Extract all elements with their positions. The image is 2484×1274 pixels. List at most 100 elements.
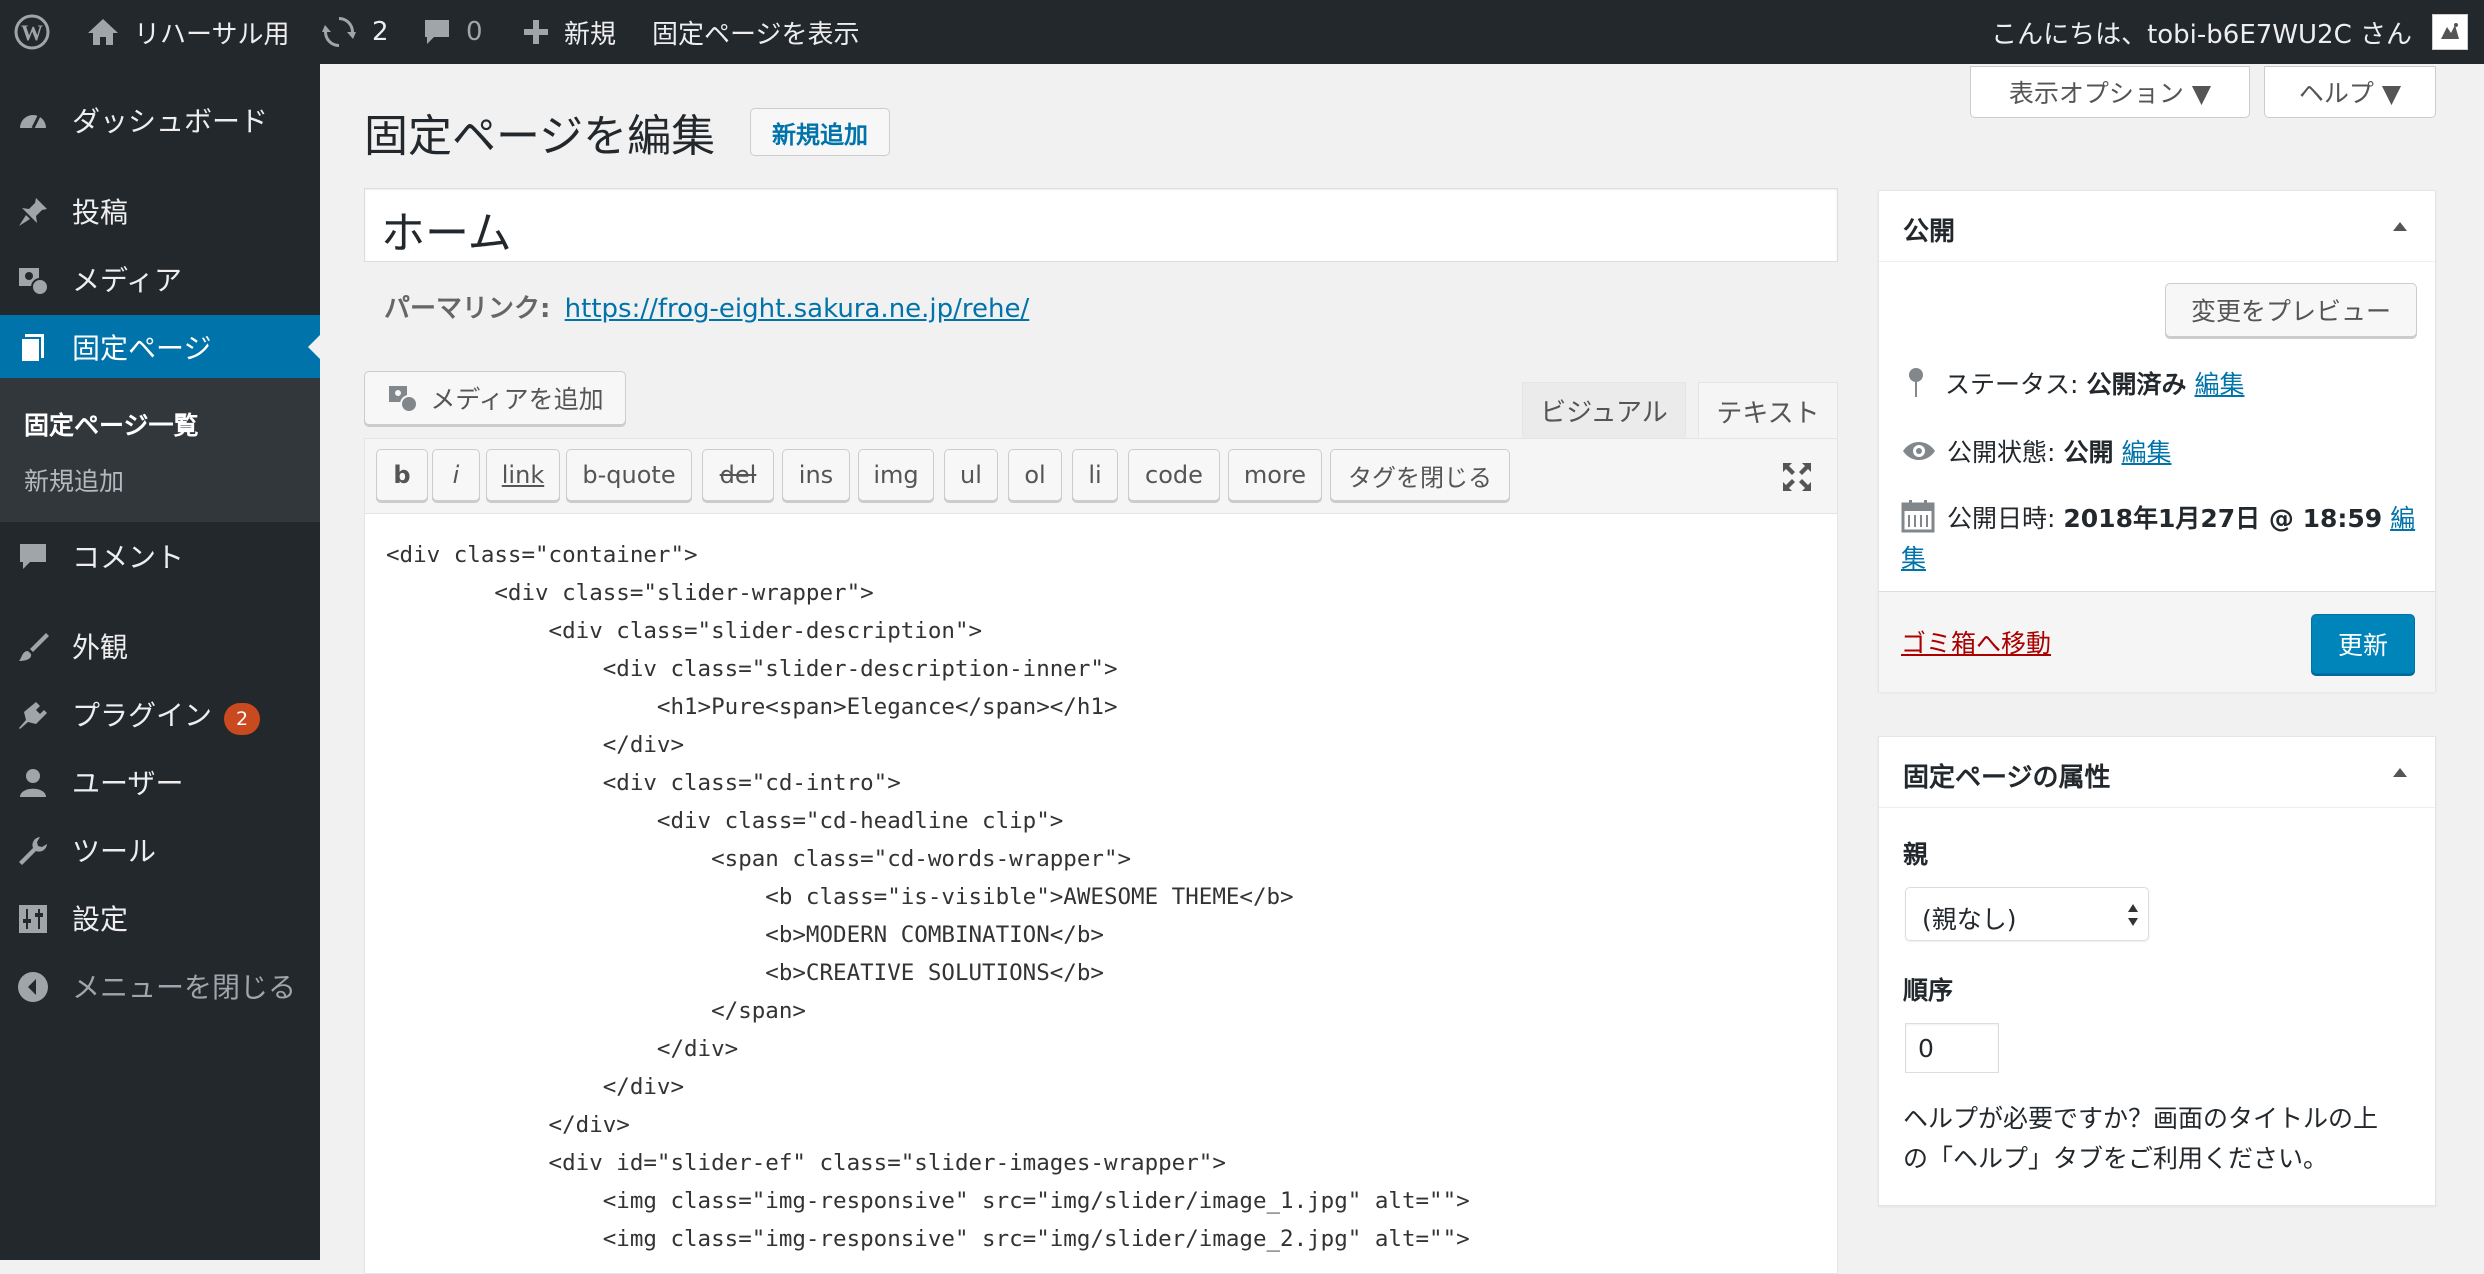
sidebar-item-users[interactable]: ユーザー xyxy=(0,750,320,814)
code-line: <div class="slider-wrapper"> xyxy=(386,580,874,606)
sidebar-label-dashboard: ダッシュボード xyxy=(72,105,269,138)
qt-ul-label: ul xyxy=(960,461,982,489)
qt-ins-label: ins xyxy=(798,461,834,489)
comment-icon xyxy=(425,20,449,44)
plus-icon xyxy=(524,20,548,44)
sidebar-item-posts[interactable]: 投稿 xyxy=(0,179,320,243)
order-input[interactable]: 0 xyxy=(1905,1023,1999,1073)
parent-select-value: (親なし) xyxy=(1922,905,2017,934)
sidebar-item-pages[interactable]: 固定ページ xyxy=(0,315,320,379)
sidebar-label-comments: コメント xyxy=(72,541,185,574)
qt-link-button[interactable]: link xyxy=(486,449,560,501)
qt-del-button[interactable]: del xyxy=(702,449,774,501)
update-button[interactable]: 更新 xyxy=(2311,614,2415,674)
sidebar-item-plugins[interactable]: プラグイン 2 xyxy=(0,682,320,746)
qt-ul-button[interactable]: ul xyxy=(944,449,998,501)
new-content-link[interactable]: 新規 xyxy=(522,0,616,64)
plugins-update-badge: 2 xyxy=(224,702,261,735)
qt-img-label: img xyxy=(873,461,919,489)
help-label: ヘルプ ▼ xyxy=(2298,79,2402,108)
updates-icon xyxy=(322,17,356,47)
select-arrows-icon xyxy=(2128,904,2138,926)
wordpress-logo-icon[interactable]: W xyxy=(14,0,50,64)
calendar-icon xyxy=(1901,500,1935,533)
qt-ins-button[interactable]: ins xyxy=(782,449,850,501)
publish-box-header[interactable]: 公開 xyxy=(1879,191,2435,262)
fullscreen-icon[interactable] xyxy=(1780,460,1814,494)
collapse-arrow-icon xyxy=(18,972,48,1002)
help-button[interactable]: ヘルプ ▼ xyxy=(2264,66,2436,118)
visibility-edit-link[interactable]: 編集 xyxy=(2121,433,2171,469)
code-line: </span> xyxy=(386,998,806,1024)
user-icon xyxy=(20,769,46,797)
submenu-all-pages[interactable]: 固定ページ一覧 xyxy=(24,406,199,442)
qt-blockquote-button[interactable]: b-quote xyxy=(566,449,692,501)
status-edit-link[interactable]: 編集 xyxy=(2194,365,2244,401)
code-line: </div> xyxy=(386,1074,685,1100)
qt-italic-label: i xyxy=(452,461,460,489)
date-value: 2018年1月27日 @ 18:59 xyxy=(2063,504,2383,533)
status-row: ステータス: 公開済み 編集 xyxy=(1901,365,2244,401)
visibility-value: 公開 xyxy=(2063,438,2114,467)
screen-options-label: 表示オプション ▼ xyxy=(2008,79,2212,108)
qt-code-button[interactable]: code xyxy=(1128,449,1220,501)
sidebar-item-appearance[interactable]: 外観 xyxy=(0,614,320,678)
screen-options-button[interactable]: 表示オプション ▼ xyxy=(1970,66,2250,118)
parent-select[interactable]: (親なし) xyxy=(1905,887,2149,941)
add-media-button[interactable]: メディアを追加 xyxy=(364,371,626,425)
preview-changes-button[interactable]: 変更をプレビュー xyxy=(2165,283,2417,337)
code-line: <img class="img-responsive" src="img/sli… xyxy=(386,1188,1470,1214)
site-name-link[interactable]: リハーサル用 xyxy=(86,0,289,64)
add-media-label: メディアを追加 xyxy=(430,385,604,414)
code-line: </div> xyxy=(386,732,685,758)
submenu-add-new[interactable]: 新規追加 xyxy=(24,462,124,498)
page-scrollbar[interactable] xyxy=(2466,64,2484,1260)
title-input[interactable]: ホーム xyxy=(364,188,1838,262)
tab-text[interactable]: テキスト xyxy=(1698,382,1838,440)
sidebar-label-plugins: プラグイン xyxy=(72,698,213,732)
move-to-trash-link[interactable]: ゴミ箱へ移動 xyxy=(1901,624,2051,660)
qt-li-label: li xyxy=(1088,461,1102,489)
code-line: <h1>Pure<span>Elegance</span></h1> xyxy=(386,694,1118,720)
code-line: <span class="cd-words-wrapper"> xyxy=(386,846,1132,872)
qt-bold-button[interactable]: b xyxy=(376,449,428,501)
admin-bar: W リハーサル用 2 0 新規 固定ページを表示 こんにちは、tobi-b6E7… xyxy=(0,0,2484,64)
sidebar-item-dashboard[interactable]: ダッシュボード xyxy=(0,88,320,152)
qt-more-button[interactable]: more xyxy=(1228,449,1322,501)
permalink-url[interactable]: https://frog-eight.sakura.ne.jp/rehe/ xyxy=(565,294,1030,324)
qt-li-button[interactable]: li xyxy=(1072,449,1118,501)
sidebar-item-tools[interactable]: ツール xyxy=(0,818,320,882)
qt-blockquote-label: b-quote xyxy=(582,461,676,489)
account-greeting[interactable]: こんにちは、tobi-b6E7WU2C さん xyxy=(1991,0,2412,64)
home-icon xyxy=(88,19,118,45)
code-line: <b class="is-visible">AWESOME THEME</b> xyxy=(386,884,1294,910)
code-line: <div class="slider-description"> xyxy=(386,618,983,644)
qt-img-button[interactable]: img xyxy=(858,449,934,501)
view-page-link[interactable]: 固定ページを表示 xyxy=(652,0,859,64)
add-new-page-button[interactable]: 新規追加 xyxy=(750,108,890,156)
tab-visual-label: ビジュアル xyxy=(1540,398,1668,428)
eye-icon xyxy=(1903,442,1935,460)
qt-italic-button[interactable]: i xyxy=(432,449,480,501)
tab-text-label: テキスト xyxy=(1716,399,1820,429)
help-text-line: ヘルプが必要ですか？画面のタイトルの上 xyxy=(1903,1104,2379,1133)
page-attributes-header[interactable]: 固定ページの属性 xyxy=(1879,737,2435,808)
publish-actions: ゴミ箱へ移動 更新 xyxy=(1879,591,2435,692)
qt-ol-button[interactable]: ol xyxy=(1008,449,1062,501)
avatar[interactable] xyxy=(2432,0,2468,64)
qt-close-tags-button[interactable]: タグを閉じる xyxy=(1330,449,1510,501)
preview-changes-label: 変更をプレビュー xyxy=(2190,297,2391,326)
pages-submenu: 固定ページ一覧 新規追加 xyxy=(0,378,320,522)
updates-link[interactable]: 2 xyxy=(322,0,389,64)
title-value: ホーム xyxy=(381,208,512,259)
sidebar-item-settings[interactable]: 設定 xyxy=(0,886,320,950)
sidebar-collapse-menu[interactable]: メニューを閉じる xyxy=(0,954,320,1018)
sidebar-item-comments[interactable]: コメント xyxy=(0,524,320,588)
date-label: 公開日時: xyxy=(1947,504,2056,533)
visibility-label: 公開状態: xyxy=(1947,438,2056,467)
code-line: <b>MODERN COMBINATION</b> xyxy=(386,922,1104,948)
wrench-icon xyxy=(19,837,47,865)
sidebar-item-media[interactable]: メディア xyxy=(0,247,320,311)
comments-link[interactable]: 0 xyxy=(422,0,483,64)
tab-visual[interactable]: ビジュアル xyxy=(1522,382,1686,438)
